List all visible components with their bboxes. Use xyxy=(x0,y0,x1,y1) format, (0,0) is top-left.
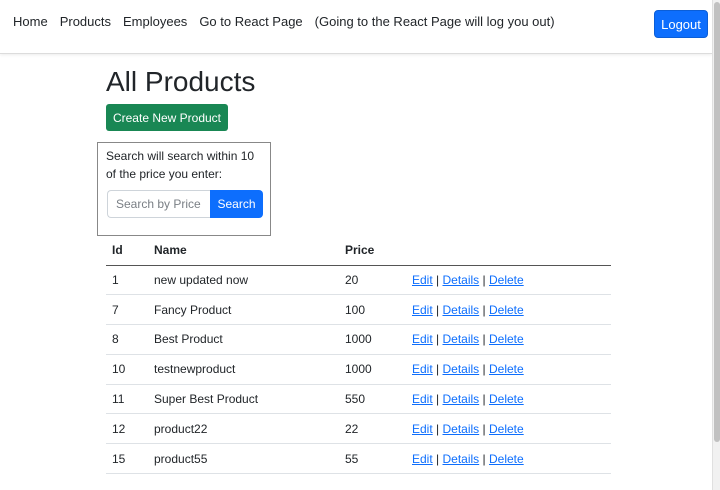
table-row: 11 Super Best Product 550 Edit | Details | … xyxy=(106,384,611,415)
cell-actions: Edit | Details | Delete xyxy=(406,384,611,415)
nav-products-link[interactable]: Products xyxy=(60,14,111,29)
cell-name: Best Product xyxy=(148,324,339,355)
action-separator: | xyxy=(436,302,440,317)
search-button[interactable]: Search xyxy=(210,190,263,218)
delete-link[interactable]: Delete xyxy=(489,332,524,346)
cell-id: 10 xyxy=(106,354,148,385)
action-separator: | xyxy=(482,392,486,407)
action-separator: | xyxy=(436,451,440,466)
details-link[interactable]: Details xyxy=(443,392,480,406)
cell-name: Fancy Product xyxy=(148,294,339,326)
header-actions xyxy=(406,236,611,266)
action-separator: | xyxy=(482,421,486,436)
cell-id: 12 xyxy=(106,413,148,445)
cell-price: 22 xyxy=(339,413,406,445)
details-link[interactable]: Details xyxy=(443,332,480,346)
delete-link[interactable]: Delete xyxy=(489,303,524,317)
table-row: 8 Best Product 1000 Edit | Details | Delete xyxy=(106,324,611,355)
search-panel: Search will search within 10 of the pric… xyxy=(97,142,271,236)
table-row: 10 testnewproduct 1000 Edit | Details | Del… xyxy=(106,354,611,385)
cell-price: 550 xyxy=(339,384,406,415)
action-separator: | xyxy=(436,421,440,436)
edit-link[interactable]: Edit xyxy=(412,362,433,376)
delete-link[interactable]: Delete xyxy=(489,362,524,376)
cell-actions: Edit | Details | Delete xyxy=(406,324,611,355)
action-separator: | xyxy=(482,362,486,377)
edit-link[interactable]: Edit xyxy=(412,452,433,466)
header-price: Price xyxy=(339,236,406,266)
logout-button[interactable]: Logout xyxy=(654,10,708,38)
cell-actions: Edit | Details | Delete xyxy=(406,443,611,475)
products-table: Id Name Price 1 new updated now 20 Edit | D… xyxy=(106,236,611,475)
cell-id: 1 xyxy=(106,265,148,296)
cell-name: new updated now xyxy=(148,265,339,296)
details-link[interactable]: Details xyxy=(443,362,480,376)
scrollbar-thumb[interactable] xyxy=(714,2,720,442)
nav-links: Home Products Employees Go to React Page… xyxy=(13,14,555,29)
details-link[interactable]: Details xyxy=(443,422,480,436)
action-separator: | xyxy=(482,451,486,466)
action-separator: | xyxy=(436,332,440,347)
cell-id: 8 xyxy=(106,324,148,355)
delete-link[interactable]: Delete xyxy=(489,452,524,466)
cell-price: 20 xyxy=(339,265,406,296)
action-separator: | xyxy=(482,272,486,287)
edit-link[interactable]: Edit xyxy=(412,392,433,406)
edit-link[interactable]: Edit xyxy=(412,332,433,346)
action-separator: | xyxy=(436,362,440,377)
action-separator: | xyxy=(482,302,486,317)
search-price-input[interactable] xyxy=(107,190,211,218)
delete-link[interactable]: Delete xyxy=(489,273,524,287)
edit-link[interactable]: Edit xyxy=(412,303,433,317)
table-row: 12 product22 22 Edit | Details | Delete xyxy=(106,413,611,445)
table-header-row: Id Name Price xyxy=(106,236,611,266)
cell-actions: Edit | Details | Delete xyxy=(406,265,611,296)
table-row: 7 Fancy Product 100 Edit | Details | Delete xyxy=(106,294,611,326)
cell-name: Super Best Product xyxy=(148,384,339,415)
header-name: Name xyxy=(148,236,339,266)
cell-id: 11 xyxy=(106,384,148,415)
table-row: 1 new updated now 20 Edit | Details | Delet… xyxy=(106,265,611,296)
delete-link[interactable]: Delete xyxy=(489,392,524,406)
cell-price: 1000 xyxy=(339,324,406,355)
edit-link[interactable]: Edit xyxy=(412,273,433,287)
cell-price: 55 xyxy=(339,443,406,475)
page-title: All Products xyxy=(106,66,256,97)
header-id: Id xyxy=(106,236,148,266)
edit-link[interactable]: Edit xyxy=(412,422,433,436)
page-scrollbar[interactable] xyxy=(712,0,720,490)
search-description: Search will search within 10 of the pric… xyxy=(106,149,255,181)
action-separator: | xyxy=(436,272,440,287)
cell-price: 100 xyxy=(339,294,406,326)
cell-price: 1000 xyxy=(339,354,406,385)
top-navbar: Home Products Employees Go to React Page… xyxy=(0,0,712,54)
details-link[interactable]: Details xyxy=(443,452,480,466)
action-separator: | xyxy=(482,332,486,347)
create-new-product-button[interactable]: Create New Product xyxy=(106,104,228,131)
details-link[interactable]: Details xyxy=(443,273,480,287)
products-table-body: 1 new updated now 20 Edit | Details | Delet… xyxy=(106,265,611,475)
table-row: 15 product55 55 Edit | Details | Delete xyxy=(106,443,611,475)
cell-name: product22 xyxy=(148,413,339,445)
cell-actions: Edit | Details | Delete xyxy=(406,413,611,445)
nav-home-link[interactable]: Home xyxy=(13,14,48,29)
cell-actions: Edit | Details | Delete xyxy=(406,354,611,385)
cell-name: testnewproduct xyxy=(148,354,339,385)
cell-id: 15 xyxy=(106,443,148,475)
details-link[interactable]: Details xyxy=(443,303,480,317)
nav-employees-link[interactable]: Employees xyxy=(123,14,187,29)
cell-actions: Edit | Details | Delete xyxy=(406,294,611,326)
nav-react-page-link[interactable]: Go to React Page xyxy=(199,14,302,29)
action-separator: | xyxy=(436,392,440,407)
delete-link[interactable]: Delete xyxy=(489,422,524,436)
cell-name: product55 xyxy=(148,443,339,475)
cell-id: 7 xyxy=(106,294,148,326)
nav-logout-warning: (Going to the React Page will log you ou… xyxy=(314,14,555,29)
